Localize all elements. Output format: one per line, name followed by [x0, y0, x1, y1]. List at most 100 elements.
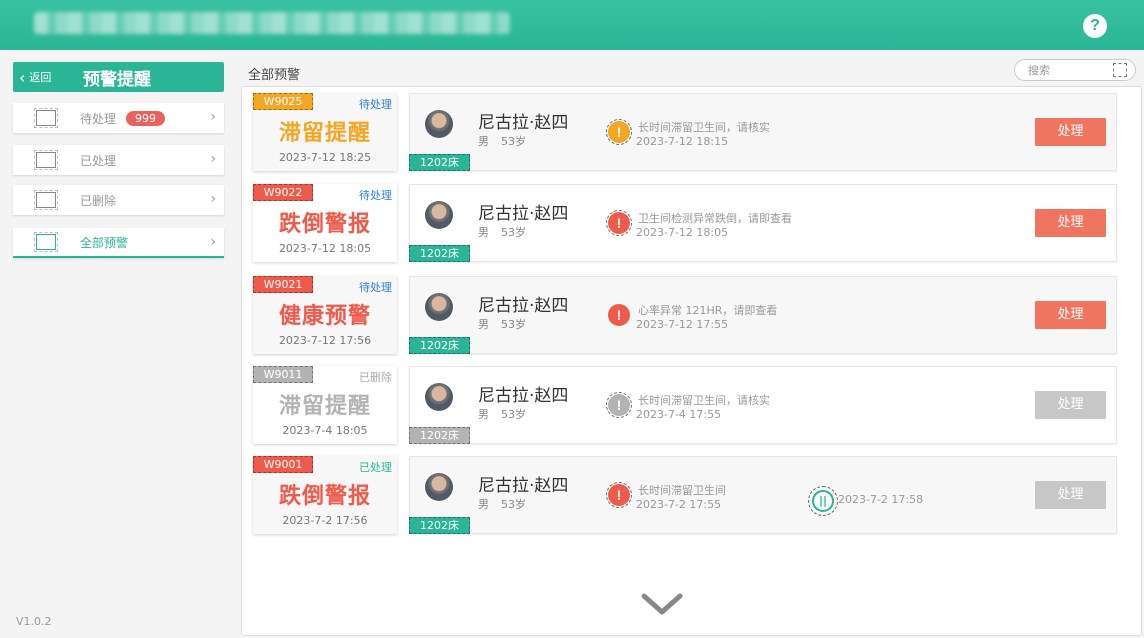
process-button[interactable]: 处理 [1035, 209, 1106, 237]
sidebar-item-label: 已删除 [80, 193, 117, 208]
alert-type: 滞留提醒 [278, 121, 371, 146]
patient-info: 男 53岁 [478, 133, 526, 149]
alert-icon: ! [606, 210, 632, 236]
alert-time: 2023-7-2 17:56 [282, 514, 368, 527]
alert-message-time: 2023-7-4 17:55 [636, 408, 722, 421]
list-icon [34, 232, 58, 252]
trash-icon [34, 190, 58, 210]
blurred-app-title [34, 12, 510, 34]
alert-detail-card: 尼古拉·赵四男 53岁 1202床! 长时间滞留卫生间，请核实 2023-7-12 18… [409, 93, 1117, 171]
patient-gender: 男 [478, 408, 489, 421]
alert-message-time: 2023-7-12 17:55 [636, 318, 729, 331]
handled-time: 2023-7-2 17:58 [838, 493, 924, 506]
top-bar: ? [0, 0, 1144, 50]
avatar [425, 383, 453, 411]
sidebar-item-processed[interactable]: 已处理 › [13, 145, 224, 175]
chevron-left-icon: ‹ [19, 67, 26, 87]
process-button[interactable]: 处理 [1035, 391, 1106, 419]
process-button[interactable]: 处理 [1035, 301, 1106, 329]
chevron-right-icon: › [210, 234, 216, 250]
patient-gender: 男 [478, 498, 489, 511]
alert-detail-card: 尼古拉·赵四男 53岁 1202床! 心率异常 121HR，请即查看 2023-7-12… [409, 276, 1117, 354]
alert-type: 滞留提醒 [278, 394, 371, 419]
chevron-right-icon: › [210, 151, 216, 167]
avatar [425, 110, 453, 138]
patient-name: 尼古拉·赵四 [478, 476, 569, 496]
page-title: 全部预警 [248, 68, 301, 83]
alert-icon: ! [606, 482, 632, 508]
alert-time: 2023-7-12 17:56 [278, 334, 372, 347]
alert-icon: ! [606, 392, 632, 418]
chevron-down-icon[interactable] [640, 590, 684, 618]
search-input[interactable]: 搜索 [1014, 59, 1136, 81]
patient-info: 男 53岁 [478, 406, 526, 422]
alert-time: 2023-7-12 18:05 [278, 242, 372, 255]
pending-count-badge: 999 [126, 110, 166, 126]
scan-icon[interactable] [1113, 63, 1127, 77]
alert-summary-card[interactable]: W9001 已处理跌倒警报 2023-7-2 17:56 [253, 456, 397, 534]
alert-message: 长时间滞留卫生间，请核实 [638, 121, 770, 134]
sidebar-item-deleted[interactable]: 已删除 › [13, 185, 224, 215]
alert-message: 心率异常 121HR，请即查看 [638, 304, 778, 317]
process-button[interactable]: 处理 [1035, 481, 1106, 509]
alert-code: W9001 [253, 456, 313, 473]
alert-status: 已处理 [359, 461, 392, 474]
alert-detail-card: 尼古拉·赵四男 53岁 1202床! 卫生间检测异常跌倒，请即查看 2023-7-12 … [409, 184, 1117, 262]
avatar [425, 201, 453, 229]
alert-type: 跌倒警报 [278, 484, 371, 509]
patient-age: 53岁 [501, 135, 526, 148]
patient-age: 53岁 [501, 498, 526, 511]
patient-name: 尼古拉·赵四 [478, 204, 569, 224]
patient-name: 尼古拉·赵四 [478, 113, 569, 133]
patient-info: 男 53岁 [478, 224, 526, 240]
sidebar-item-label: 待处理 [80, 111, 117, 126]
sidebar-item-pending[interactable]: 待处理 999 › [13, 103, 224, 133]
alert-message-time: 2023-7-12 18:05 [636, 226, 729, 239]
alert-time: 2023-7-12 18:25 [278, 151, 372, 164]
patient-name: 尼古拉·赵四 [478, 386, 569, 406]
alert-message-time: 2023-7-12 18:15 [636, 135, 729, 148]
chevron-right-icon: › [210, 109, 216, 125]
patient-gender: 男 [478, 135, 489, 148]
alert-message-time: 2023-7-2 17:55 [636, 498, 722, 511]
alert-summary-card[interactable]: W9022 待处理跌倒警报 2023-7-12 18:05 [253, 184, 397, 262]
alert-time: 2023-7-4 18:05 [282, 424, 368, 437]
bed-number: 1202床 [409, 245, 470, 262]
alert-summary-card[interactable]: W9021 待处理 健康预警 2023-7-12 17:56 [253, 276, 397, 354]
back-label: 返回 [29, 71, 52, 84]
version-label: V1.0.2 [16, 615, 52, 628]
alert-type: 健康预警 [278, 304, 371, 329]
patient-info: 男 53岁 [478, 316, 526, 332]
alert-status: 已删除 [359, 371, 392, 384]
bed-number: 1202床 [409, 427, 470, 444]
patient-info: 男 53岁 [478, 496, 526, 512]
sidebar-header: ‹ 返回 预警提醒 [13, 62, 224, 92]
search-placeholder: 搜索 [1028, 64, 1050, 77]
alert-detail-card: 尼古拉·赵四男 53岁 1202床! 长时间滞留卫生间 2023-7-2 17:55 ||… [409, 456, 1117, 534]
handled-icon: || [808, 486, 838, 516]
help-icon[interactable]: ? [1083, 14, 1107, 38]
process-button[interactable]: 处理 [1035, 118, 1106, 146]
alert-message: 长时间滞留卫生间，请核实 [638, 394, 770, 407]
alert-status: 待处理 [359, 189, 392, 202]
alert-summary-card[interactable]: W9025 待处理 滞留提醒 2023-7-12 18:25 [253, 93, 397, 171]
sidebar-item-label: 全部预警 [80, 235, 129, 250]
alert-code: W9022 [253, 184, 313, 201]
alert-icon: ! [606, 119, 632, 145]
alert-code: W9025 [253, 93, 313, 110]
back-button[interactable]: ‹ 返回 [13, 62, 77, 92]
alert-summary-card[interactable]: W9011 已删除滞留提醒 2023-7-4 18:05 [253, 366, 397, 444]
alert-type: 跌倒警报 [278, 212, 371, 237]
sidebar-item-all-alerts[interactable]: 全部预警 › [13, 228, 224, 258]
patient-age: 53岁 [501, 226, 526, 239]
alert-detail-card: 尼古拉·赵四男 53岁 1202床! 长时间滞留卫生间，请核实 2023-7-4 17:… [409, 366, 1117, 444]
patient-gender: 男 [478, 226, 489, 239]
checkbox-icon [34, 150, 58, 170]
alert-icon: ! [608, 304, 630, 326]
patient-gender: 男 [478, 318, 489, 331]
patient-name: 尼古拉·赵四 [478, 296, 569, 316]
alert-status: 待处理 [359, 281, 392, 294]
alert-code: W9011 [253, 366, 313, 383]
sidebar-item-label: 已处理 [80, 153, 117, 168]
patient-age: 53岁 [501, 408, 526, 421]
